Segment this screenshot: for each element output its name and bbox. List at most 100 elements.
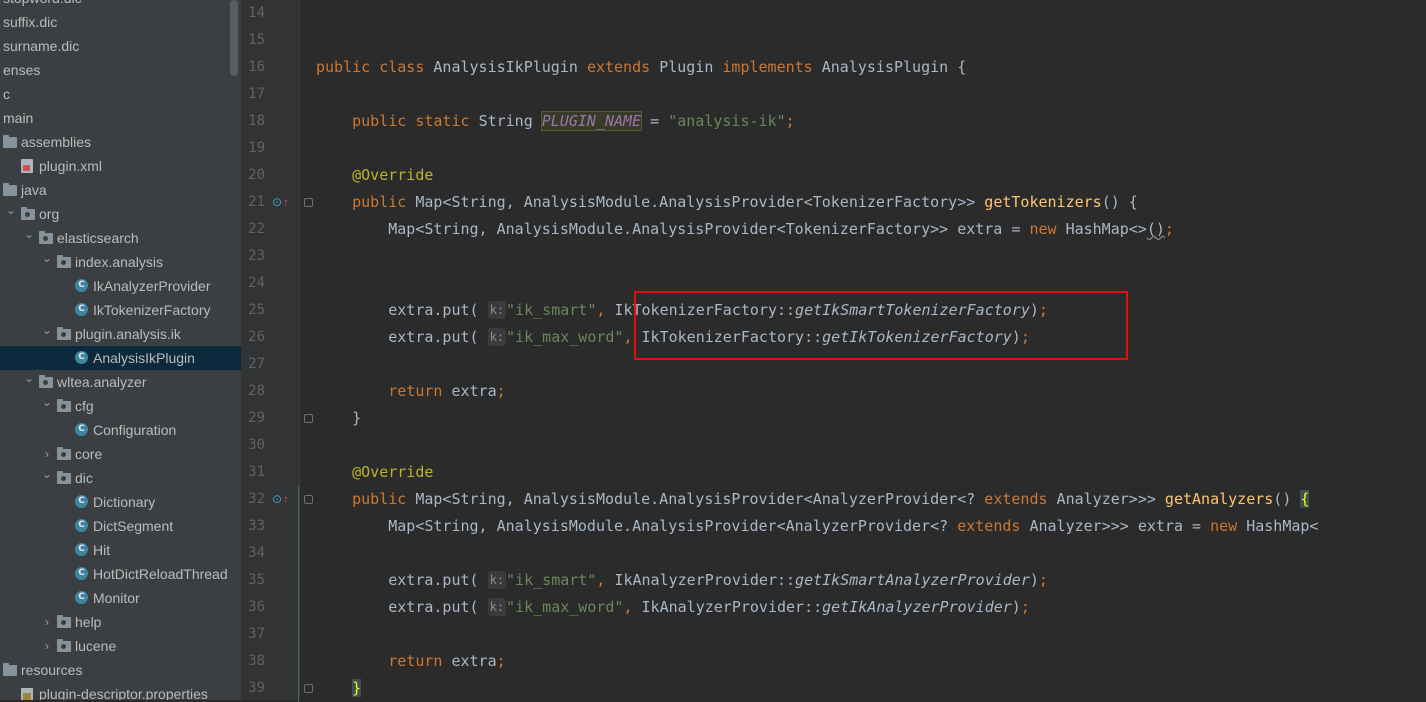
tree-item-elasticsearch[interactable]: ⌄ elasticsearch — [0, 226, 241, 250]
code-token: getTokenizers — [984, 193, 1102, 211]
tree-item-label: plugin-descriptor.properties — [39, 686, 208, 700]
code-token: "ik_max_word" — [506, 328, 624, 346]
tree-item-label: assemblies — [21, 134, 92, 150]
tree-item-c[interactable]: c — [0, 82, 241, 106]
tree-item-dic[interactable]: ⌄ dic — [0, 466, 241, 490]
annotation-highlight-box — [634, 291, 1128, 360]
tree-item-analysisikplugin[interactable]: C AnalysisIkPlugin — [0, 346, 241, 370]
chevron-down-icon[interactable]: ⌄ — [41, 246, 53, 270]
line-number: 39 — [248, 680, 265, 696]
chevron-right-icon[interactable]: › — [41, 634, 53, 658]
code-line[interactable]: } — [316, 405, 361, 432]
tree-item-plugin-descriptor-properties[interactable]: plugin-descriptor.properties — [0, 682, 241, 700]
tree-item-hit[interactable]: C Hit — [0, 538, 241, 562]
tree-item-label: java — [21, 182, 47, 198]
code-token: Map<String, AnalysisModule.AnalysisProvi… — [415, 193, 985, 211]
code-token: new — [1029, 220, 1066, 238]
line-number: 25 — [248, 302, 265, 318]
fold-toggle-icon[interactable] — [304, 414, 313, 423]
chevron-down-icon[interactable]: ⌄ — [23, 222, 35, 246]
override-marker-icon[interactable]: ⊙ — [272, 189, 282, 216]
code-line[interactable]: public class AnalysisIkPlugin extends Pl… — [316, 54, 966, 81]
fold-toggle-icon[interactable] — [304, 495, 313, 504]
tree-item-label: Monitor — [93, 590, 140, 606]
tree-scrollbar[interactable] — [230, 0, 238, 76]
code-line[interactable]: Map<String, AnalysisModule.AnalysisProvi… — [316, 513, 1318, 540]
tree-item-stopword-dic[interactable]: stopword.dic — [0, 0, 241, 10]
code-line[interactable]: Map<String, AnalysisModule.AnalysisProvi… — [316, 216, 1174, 243]
package-icon — [57, 615, 71, 628]
chevron-down-icon[interactable]: ⌄ — [41, 390, 53, 414]
tree-item-label: IkTokenizerFactory — [93, 302, 211, 318]
code-line[interactable]: extra.put( k: "ik_smart", IkAnalyzerProvi… — [316, 567, 1048, 594]
tree-item-java[interactable]: java — [0, 178, 241, 202]
code-line[interactable]: public static String PLUGIN_NAME = "anal… — [316, 108, 795, 135]
line-number: 35 — [248, 572, 265, 588]
fold-toggle-icon[interactable] — [304, 684, 313, 693]
tree-item-plugin-analysis-ik[interactable]: ⌄ plugin.analysis.ik — [0, 322, 241, 346]
tree-item-dictionary[interactable]: C Dictionary — [0, 490, 241, 514]
tree-item-iktokenizerfactory[interactable]: C IkTokenizerFactory — [0, 298, 241, 322]
tree-item-help[interactable]: › help — [0, 610, 241, 634]
code-token: "ik_smart" — [506, 301, 597, 319]
line-number: 21 — [248, 194, 265, 210]
code-token: ; — [785, 112, 795, 130]
code-line[interactable]: } — [316, 675, 362, 700]
tree-item-surname-dic[interactable]: surname.dic — [0, 34, 241, 58]
override-marker-icon[interactable]: ⊙ — [272, 486, 282, 513]
tree-item-ikanalyzerprovider[interactable]: C IkAnalyzerProvider — [0, 274, 241, 298]
code-token: public — [352, 193, 416, 211]
code-line[interactable]: public Map<String, AnalysisModule.Analys… — [316, 486, 1310, 513]
fold-toggle-icon[interactable] — [304, 198, 313, 207]
code-line[interactable]: return extra; — [316, 378, 505, 405]
tree-item-monitor[interactable]: C Monitor — [0, 586, 241, 610]
code-line[interactable]: extra.put( k: "ik_max_word", IkAnalyzerPr… — [316, 594, 1030, 621]
code-token: "analysis-ik" — [668, 112, 786, 130]
code-line[interactable]: @Override — [316, 162, 433, 189]
line-number: 37 — [248, 626, 265, 642]
code-token: return — [388, 382, 452, 400]
class-icon: C — [75, 351, 88, 364]
code-line[interactable]: return extra; — [316, 648, 506, 675]
implements-arrow-icon[interactable]: ↑ — [283, 486, 289, 513]
parameter-hint: k: — [487, 598, 507, 616]
code-token: AnalysisIkPlugin — [433, 58, 587, 76]
tree-item-assemblies[interactable]: assemblies — [0, 130, 241, 154]
package-icon — [21, 207, 35, 220]
chevron-down-icon[interactable]: ⌄ — [5, 198, 17, 222]
code-token: , — [596, 571, 615, 589]
tree-item-resources[interactable]: resources — [0, 658, 241, 682]
code-token: class — [379, 58, 434, 76]
chevron-down-icon[interactable]: ⌄ — [41, 462, 53, 486]
tree-item-suffix-dic[interactable]: suffix.dic — [0, 10, 241, 34]
project-tree-panel[interactable]: stopword.dic suffix.dic surname.dic enses cm… — [0, 0, 241, 700]
chevron-down-icon[interactable]: ⌄ — [41, 318, 53, 342]
code-line[interactable]: @Override — [316, 459, 433, 486]
code-token: ; — [1020, 598, 1030, 616]
tree-item-hotdictreloadthread[interactable]: C HotDictReloadThread — [0, 562, 241, 586]
tree-item-core[interactable]: › core — [0, 442, 241, 466]
code-token: return — [388, 652, 452, 670]
tree-item-plugin-xml[interactable]: plugin.xml — [0, 154, 241, 178]
tree-item-cfg[interactable]: ⌄ cfg — [0, 394, 241, 418]
code-token: extra.put( — [388, 598, 488, 616]
tree-item-lucene[interactable]: › lucene — [0, 634, 241, 658]
tree-item-configuration[interactable]: C Configuration — [0, 418, 241, 442]
chevron-right-icon[interactable]: › — [41, 610, 53, 634]
implements-arrow-icon[interactable]: ↑ — [283, 189, 289, 216]
tree-item-label: dic — [75, 470, 93, 486]
tree-item-index-analysis[interactable]: ⌄ index.analysis — [0, 250, 241, 274]
tree-item-wltea-analyzer[interactable]: ⌄ wltea.analyzer — [0, 370, 241, 394]
code-line[interactable]: public Map<String, AnalysisModule.Analys… — [316, 189, 1138, 216]
properties-file-icon — [21, 688, 33, 700]
tree-item-main[interactable]: main — [0, 106, 241, 130]
tree-item-enses[interactable]: enses — [0, 58, 241, 82]
package-icon — [57, 327, 71, 340]
tree-item-dictsegment[interactable]: C DictSegment — [0, 514, 241, 538]
chevron-down-icon[interactable]: ⌄ — [23, 366, 35, 390]
tree-item-org[interactable]: ⌄ org — [0, 202, 241, 226]
code-token: ; — [496, 652, 506, 670]
line-number: 32 — [248, 491, 265, 507]
